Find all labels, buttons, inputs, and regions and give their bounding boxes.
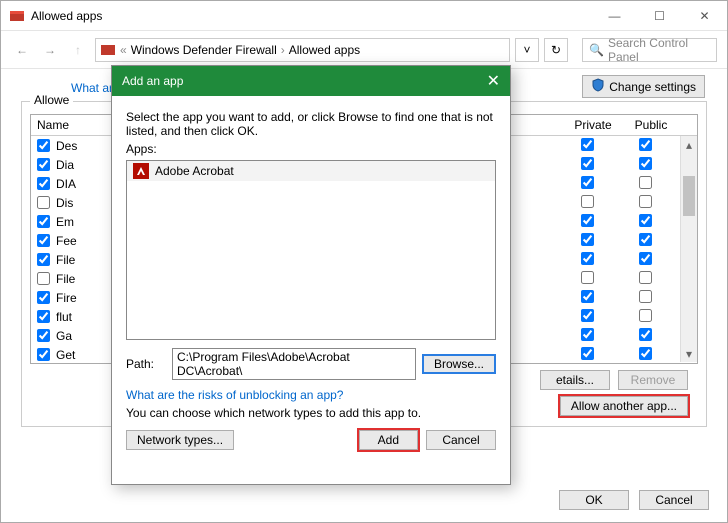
titlebar: Allowed apps — ☐ ✕ bbox=[1, 1, 727, 31]
minimize-button[interactable]: — bbox=[592, 1, 637, 30]
add-button[interactable]: Add bbox=[359, 430, 418, 450]
scroll-down-icon[interactable]: ▾ bbox=[681, 345, 697, 362]
nav-bar: ← → ↑ « Windows Defender Firewall › Allo… bbox=[1, 31, 727, 69]
public-checkbox[interactable] bbox=[639, 309, 652, 322]
browse-button[interactable]: Browse... bbox=[422, 354, 496, 374]
firewall-small-icon bbox=[100, 42, 116, 58]
forward-button[interactable]: → bbox=[39, 39, 61, 61]
list-item[interactable]: Adobe Acrobat bbox=[127, 161, 495, 181]
crumb-prefix: « bbox=[116, 43, 131, 57]
adobe-icon bbox=[133, 163, 149, 179]
remove-button[interactable]: Remove bbox=[618, 370, 688, 390]
change-settings-button[interactable]: Change settings bbox=[582, 75, 705, 98]
search-input[interactable]: 🔍 Search Control Panel bbox=[582, 38, 717, 62]
private-checkbox[interactable] bbox=[581, 309, 594, 322]
dialog-cancel-button[interactable]: Cancel bbox=[426, 430, 496, 450]
risks-link[interactable]: What are the risks of unblocking an app? bbox=[126, 388, 343, 402]
private-checkbox[interactable] bbox=[581, 271, 594, 284]
row-checkbox[interactable] bbox=[37, 348, 50, 361]
row-checkbox[interactable] bbox=[37, 234, 50, 247]
firewall-icon bbox=[9, 8, 25, 24]
public-checkbox[interactable] bbox=[639, 157, 652, 170]
path-input[interactable]: C:\Program Files\Adobe\Acrobat DC\Acroba… bbox=[172, 348, 416, 380]
dialog-close-button[interactable]: ✕ bbox=[487, 71, 500, 91]
search-placeholder: Search Control Panel bbox=[608, 36, 710, 64]
private-checkbox[interactable] bbox=[581, 233, 594, 246]
public-checkbox[interactable] bbox=[639, 233, 652, 246]
breadcrumb[interactable]: « Windows Defender Firewall › Allowed ap… bbox=[95, 38, 510, 62]
refresh-button[interactable]: ↻ bbox=[544, 38, 568, 62]
app-item-label: Adobe Acrobat bbox=[155, 164, 234, 178]
vertical-scrollbar[interactable]: ▴ ▾ bbox=[680, 136, 697, 362]
public-checkbox[interactable] bbox=[639, 195, 652, 208]
dialog-instruction: Select the app you want to add, or click… bbox=[126, 110, 496, 138]
private-checkbox[interactable] bbox=[581, 157, 594, 170]
details-button[interactable]: etails... bbox=[540, 370, 610, 390]
cancel-button[interactable]: Cancel bbox=[639, 490, 709, 510]
back-button[interactable]: ← bbox=[11, 39, 33, 61]
private-checkbox[interactable] bbox=[581, 195, 594, 208]
dialog-titlebar: Add an app ✕ bbox=[112, 66, 510, 96]
chevron-right-icon: › bbox=[277, 43, 289, 57]
column-header-public[interactable]: Public bbox=[622, 115, 680, 135]
row-checkbox[interactable] bbox=[37, 196, 50, 209]
dropdown-history-button[interactable]: ˅ bbox=[515, 38, 539, 62]
scroll-up-icon[interactable]: ▴ bbox=[681, 136, 697, 153]
row-checkbox[interactable] bbox=[37, 272, 50, 285]
public-checkbox[interactable] bbox=[639, 214, 652, 227]
shield-icon bbox=[591, 78, 605, 95]
row-checkbox[interactable] bbox=[37, 291, 50, 304]
row-checkbox[interactable] bbox=[37, 310, 50, 323]
public-checkbox[interactable] bbox=[639, 347, 652, 360]
row-checkbox[interactable] bbox=[37, 139, 50, 152]
dialog-note: You can choose which network types to ad… bbox=[126, 406, 496, 420]
private-checkbox[interactable] bbox=[581, 176, 594, 189]
dialog-title: Add an app bbox=[122, 74, 183, 88]
public-checkbox[interactable] bbox=[639, 328, 652, 341]
window-title: Allowed apps bbox=[31, 9, 102, 23]
add-app-dialog: Add an app ✕ Select the app you want to … bbox=[111, 65, 511, 485]
row-checkbox[interactable] bbox=[37, 329, 50, 342]
public-checkbox[interactable] bbox=[639, 252, 652, 265]
allowed-apps-window: Allowed apps — ☐ ✕ ← → ↑ « Windows Defen… bbox=[0, 0, 728, 523]
column-header-private[interactable]: Private bbox=[564, 115, 622, 135]
public-checkbox[interactable] bbox=[639, 271, 652, 284]
row-checkbox[interactable] bbox=[37, 253, 50, 266]
apps-label: Apps: bbox=[126, 142, 496, 156]
scroll-thumb[interactable] bbox=[683, 176, 695, 216]
crumb-firewall[interactable]: Windows Defender Firewall bbox=[131, 43, 277, 57]
group-label: Allowe bbox=[30, 93, 73, 107]
row-checkbox[interactable] bbox=[37, 158, 50, 171]
up-button[interactable]: ↑ bbox=[67, 39, 89, 61]
private-checkbox[interactable] bbox=[581, 290, 594, 303]
row-checkbox[interactable] bbox=[37, 177, 50, 190]
close-button[interactable]: ✕ bbox=[682, 1, 727, 30]
private-checkbox[interactable] bbox=[581, 252, 594, 265]
ok-button[interactable]: OK bbox=[559, 490, 629, 510]
public-checkbox[interactable] bbox=[639, 290, 652, 303]
allow-another-app-button[interactable]: Allow another app... bbox=[560, 396, 688, 416]
private-checkbox[interactable] bbox=[581, 347, 594, 360]
maximize-button[interactable]: ☐ bbox=[637, 1, 682, 30]
public-checkbox[interactable] bbox=[639, 176, 652, 189]
private-checkbox[interactable] bbox=[581, 328, 594, 341]
network-types-button[interactable]: Network types... bbox=[126, 430, 234, 450]
search-icon: 🔍 bbox=[589, 43, 604, 57]
path-label: Path: bbox=[126, 357, 166, 371]
row-checkbox[interactable] bbox=[37, 215, 50, 228]
private-checkbox[interactable] bbox=[581, 214, 594, 227]
private-checkbox[interactable] bbox=[581, 138, 594, 151]
apps-listbox[interactable]: Adobe Acrobat bbox=[126, 160, 496, 340]
crumb-allowed-apps[interactable]: Allowed apps bbox=[289, 43, 360, 57]
public-checkbox[interactable] bbox=[639, 138, 652, 151]
